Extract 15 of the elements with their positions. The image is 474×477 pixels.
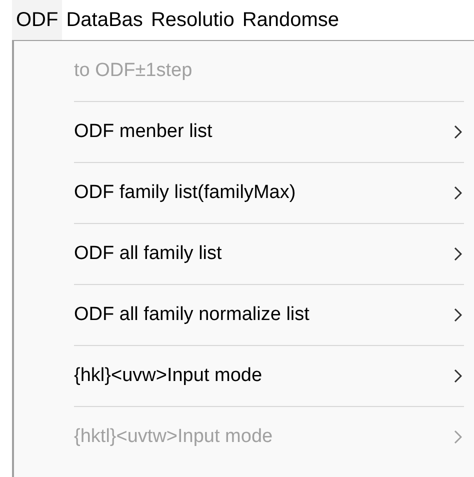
chevron-right-icon (454, 369, 462, 383)
menu-item[interactable]: ODF family list(familyMax) (74, 163, 464, 223)
chevron-right-icon (454, 247, 462, 261)
menu-bar-item[interactable]: DataBas (62, 0, 147, 40)
menu-bar-item[interactable]: ODF (12, 0, 62, 40)
chevron-right-icon (454, 186, 462, 200)
chevron-right-icon (454, 125, 462, 139)
chevron-right-icon (454, 308, 462, 322)
chevron-right-icon (454, 430, 462, 444)
menu-bar-item[interactable]: Resolutio (146, 0, 238, 40)
menu-item[interactable]: ODF menber list (74, 102, 464, 162)
menu-item[interactable]: ODF all family list (74, 224, 464, 284)
menu-item[interactable]: {hkl}<uvw>Input mode (74, 346, 464, 406)
menu-bar-item[interactable]: Randomse (238, 0, 344, 40)
menu-item[interactable]: ODF all family normalize list (74, 285, 464, 345)
